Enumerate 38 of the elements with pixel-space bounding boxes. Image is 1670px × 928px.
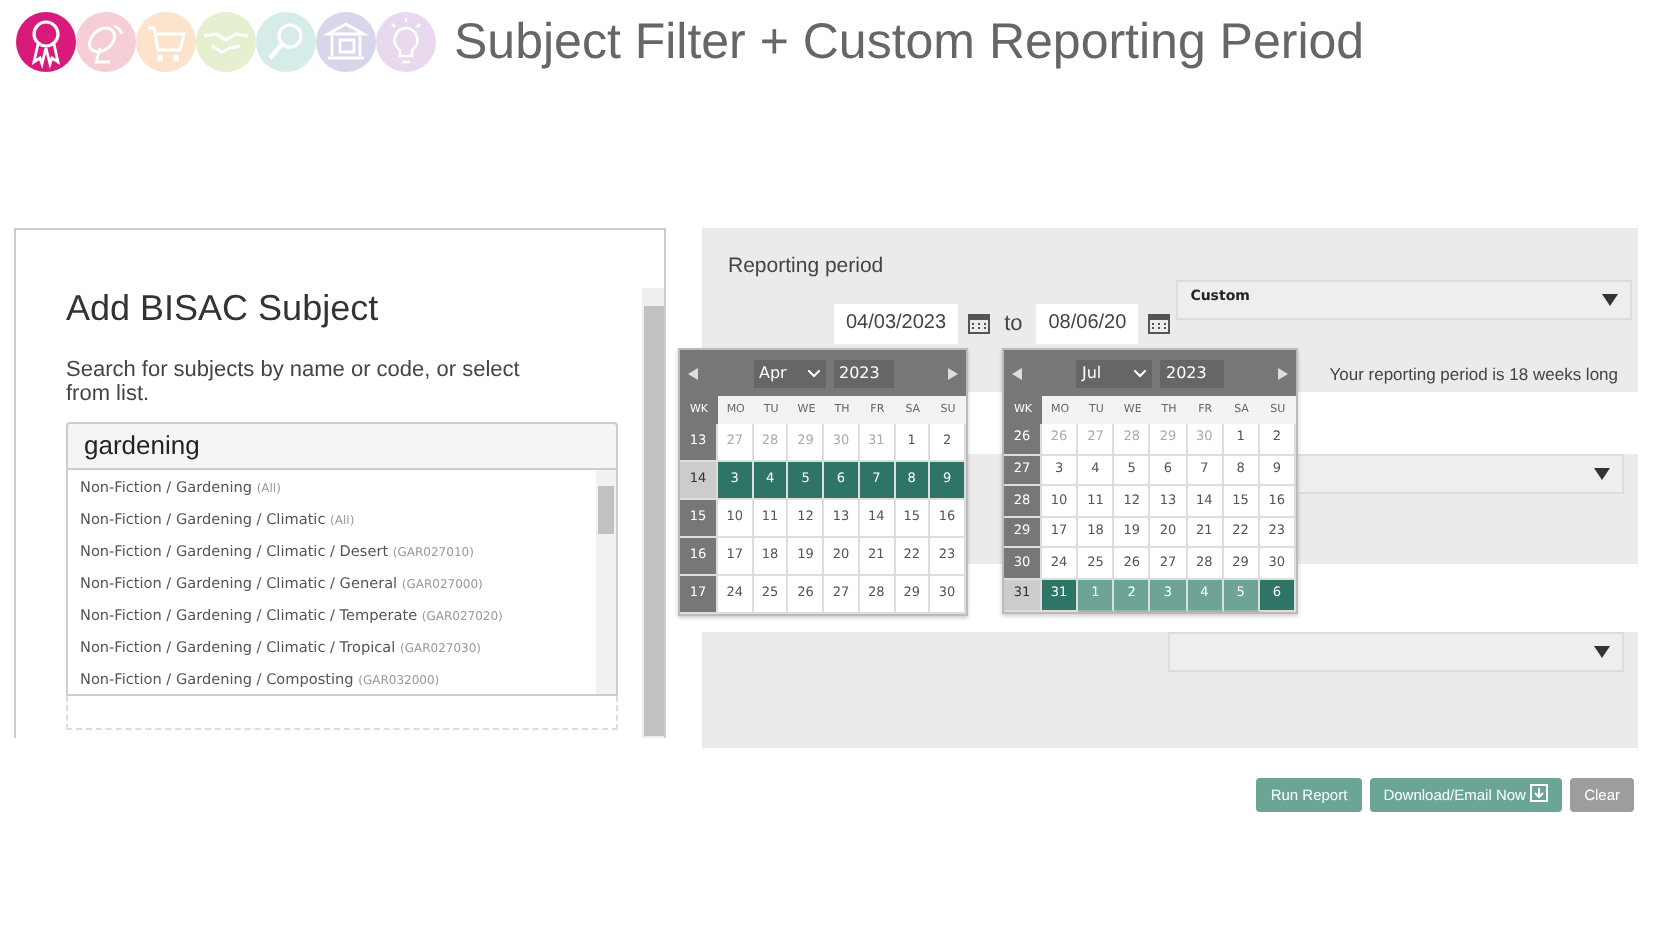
calendar-icon[interactable]: [968, 312, 991, 335]
select-value: 2023: [839, 361, 880, 385]
search-icon[interactable]: [256, 12, 316, 72]
caret-icon: [807, 369, 819, 377]
section-label: Reporting period: [726, 252, 886, 282]
calendar-icon[interactable]: [1148, 312, 1171, 335]
month-select[interactable]: Apr: [753, 359, 825, 387]
instruction-text: Search for subjects by name or code, or select from list.: [66, 357, 522, 406]
month-select[interactable]: Jul: [1076, 359, 1152, 387]
period-note: Your reporting period is 18 weeks long: [1329, 361, 1618, 387]
award-ribbon-icon[interactable]: [16, 12, 76, 72]
select-value: Apr: [759, 361, 787, 386]
filter-select[interactable]: [1168, 632, 1624, 672]
start-date-field[interactable]: 04/03/2023: [834, 303, 959, 344]
search-field[interactable]: gardening: [66, 421, 618, 470]
lightbulb-icon[interactable]: [376, 12, 436, 72]
select-value: Jul: [1082, 361, 1102, 386]
to-label: to: [1004, 309, 1023, 339]
empty-field[interactable]: [66, 695, 618, 730]
caret-icon: [1594, 646, 1610, 658]
caret-icon: [1134, 369, 1146, 377]
year-select[interactable]: 2023: [833, 359, 893, 387]
dialog-title: Add BISAC Subject: [66, 288, 381, 332]
list-scrollbar[interactable]: [596, 469, 616, 694]
end-date-field[interactable]: 08/06/20: [1036, 303, 1139, 344]
dialog-scrollbar[interactable]: [642, 288, 664, 738]
next-arrow-icon[interactable]: [948, 367, 958, 379]
building-icon[interactable]: [316, 12, 376, 72]
page-title: Subject Filter + Custom Reporting Period: [454, 12, 1365, 72]
previous-arrow-icon[interactable]: [1012, 367, 1022, 379]
previous-arrow-icon[interactable]: [688, 367, 698, 379]
download-icon: [1530, 783, 1549, 802]
shopping-cart-icon[interactable]: [136, 12, 196, 72]
next-arrow-icon[interactable]: [1278, 367, 1288, 379]
caret-icon: [1602, 293, 1619, 306]
select-value: 2023: [1166, 361, 1207, 385]
caret-icon: [1594, 468, 1610, 480]
year-select[interactable]: 2023: [1160, 359, 1224, 387]
